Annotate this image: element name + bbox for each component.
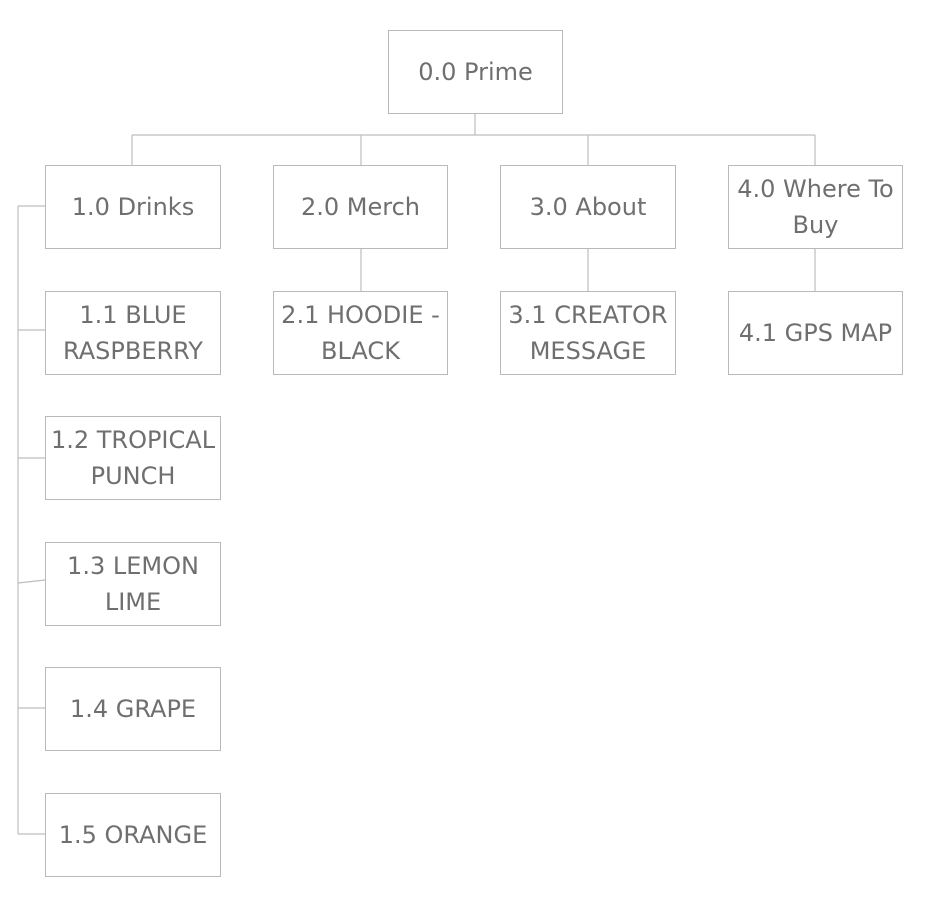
node-about: 3.0 About bbox=[500, 165, 676, 249]
node-lemon-lime: 1.3 LEMON LIME bbox=[45, 542, 221, 626]
node-gps-map-label: 4.1 GPS MAP bbox=[738, 319, 893, 347]
node-merch: 2.0 Merch bbox=[273, 165, 448, 249]
node-hoodie-black-label: 2.1 HOODIE - BLACK bbox=[281, 301, 440, 365]
node-about-label: 3.0 About bbox=[529, 193, 647, 221]
node-tropical-punch: 1.2 TROPICAL PUNCH bbox=[45, 416, 221, 500]
connector-to-lemon-lime bbox=[17, 579, 46, 584]
node-orange-label: 1.5 ORANGE bbox=[58, 821, 208, 849]
node-creator-message-label: 3.1 CREATOR MESSAGE bbox=[508, 301, 668, 365]
node-prime: 0.0 Prime bbox=[388, 30, 563, 114]
node-prime-label: 0.0 Prime bbox=[418, 58, 533, 86]
node-lemon-lime-label: 1.3 LEMON LIME bbox=[67, 552, 199, 616]
node-grape: 1.4 GRAPE bbox=[45, 667, 221, 751]
node-drinks-label: 1.0 Drinks bbox=[71, 193, 195, 221]
node-drinks: 1.0 Drinks bbox=[45, 165, 221, 249]
sitemap-diagram: 0.0 Prime 1.0 Drinks 2.0 Merch 3.0 About… bbox=[0, 0, 929, 923]
node-gps-map: 4.1 GPS MAP bbox=[728, 291, 903, 375]
node-tropical-punch-label: 1.2 TROPICAL PUNCH bbox=[50, 426, 216, 490]
node-merch-label: 2.0 Merch bbox=[300, 193, 420, 221]
node-blue-raspberry-label: 1.1 BLUE RASPBERRY bbox=[63, 301, 203, 365]
node-blue-raspberry: 1.1 BLUE RASPBERRY bbox=[45, 291, 221, 375]
node-where-to-buy-label: 4.0 Where To Buy bbox=[737, 175, 894, 239]
node-grape-label: 1.4 GRAPE bbox=[69, 695, 197, 723]
node-hoodie-black: 2.1 HOODIE - BLACK bbox=[273, 291, 448, 375]
node-where-to-buy: 4.0 Where To Buy bbox=[728, 165, 903, 249]
node-orange: 1.5 ORANGE bbox=[45, 793, 221, 877]
node-creator-message: 3.1 CREATOR MESSAGE bbox=[500, 291, 676, 375]
